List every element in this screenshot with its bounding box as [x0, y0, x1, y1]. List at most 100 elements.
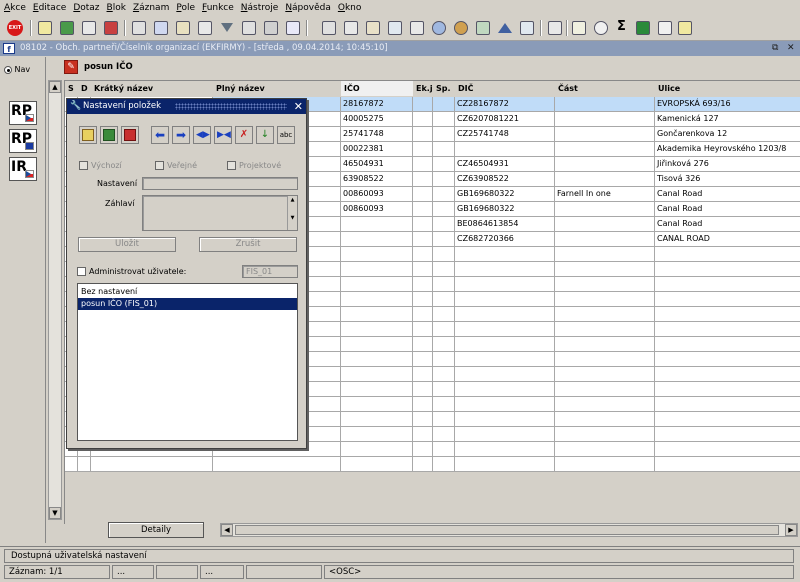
empty-grid-cell[interactable] [433, 247, 455, 262]
grid-cell[interactable]: Canal Road [655, 202, 800, 217]
empty-grid-cell[interactable] [555, 412, 655, 427]
empty-grid-cell[interactable] [433, 367, 455, 382]
grid-cell[interactable]: GB169680322 [455, 187, 555, 202]
empty-grid-cell[interactable] [413, 322, 433, 337]
grid-cell[interactable] [433, 157, 455, 172]
rp-eu-button[interactable]: RP [9, 129, 37, 153]
empty-grid-cell[interactable] [555, 277, 655, 292]
empty-grid-cell[interactable] [455, 397, 555, 412]
grid-cell[interactable] [433, 187, 455, 202]
empty-grid-cell[interactable] [555, 322, 655, 337]
column-header[interactable]: D [78, 81, 91, 96]
empty-grid-cell[interactable] [455, 322, 555, 337]
grid-cell[interactable] [455, 142, 555, 157]
empty-grid-cell[interactable] [555, 397, 655, 412]
menu-napoveda[interactable]: Nápověda [285, 3, 331, 13]
empty-grid-cell[interactable] [455, 247, 555, 262]
dlg-expand-button[interactable]: ◀▶ [193, 126, 211, 144]
window-close-button[interactable]: ✕ [787, 41, 795, 56]
grid-cell[interactable] [555, 217, 655, 232]
empty-grid-cell[interactable] [413, 457, 433, 472]
dlg-collapse-button[interactable]: ▶◀ [214, 126, 232, 144]
vychozi-check-box[interactable] [79, 161, 88, 170]
verejne-checkbox[interactable]: Veřejné [155, 161, 197, 170]
empty-grid-cell[interactable] [455, 262, 555, 277]
grid-cell[interactable] [433, 142, 455, 157]
menu-zaznam[interactable]: Záznam [133, 3, 169, 13]
empty-grid-cell[interactable] [433, 427, 455, 442]
empty-grid-cell[interactable] [655, 367, 800, 382]
grid-cell[interactable] [413, 157, 433, 172]
empty-grid-cell[interactable] [655, 337, 800, 352]
dialog-titlebar[interactable]: 🔧 Nastavení položek ✕ [67, 99, 306, 114]
grid-cell[interactable] [413, 97, 433, 112]
vychozi-checkbox[interactable]: Výchozí [79, 161, 122, 170]
restore-button[interactable]: ⧉ [772, 41, 778, 56]
list-button[interactable] [408, 19, 426, 37]
menu-funkce[interactable]: Funkce [202, 3, 234, 13]
grid-cell[interactable]: 40005275 [341, 112, 413, 127]
admin-user-field[interactable]: FIS_01 [242, 265, 298, 278]
query-button[interactable] [130, 19, 148, 37]
scroll-down-arrow-icon[interactable]: ▼ [49, 507, 61, 519]
grid-cell[interactable]: 25741748 [341, 127, 413, 142]
zahlavi-scrollbar[interactable]: ▲ ▼ [287, 196, 297, 230]
empty-grid-cell[interactable] [555, 367, 655, 382]
empty-grid-cell[interactable] [455, 277, 555, 292]
dlg-sort-button[interactable]: ↓ [256, 126, 274, 144]
execute-query-button[interactable] [152, 19, 170, 37]
empty-grid-cell[interactable] [555, 427, 655, 442]
empty-grid-cell[interactable] [555, 307, 655, 322]
grid-cell[interactable]: CZ63908522 [455, 172, 555, 187]
empty-grid-cell[interactable] [455, 367, 555, 382]
grid-cell[interactable] [555, 112, 655, 127]
scroll-up-arrow-icon[interactable]: ▲ [49, 81, 61, 93]
grid-cell[interactable] [433, 97, 455, 112]
empty-grid-cell[interactable] [433, 412, 455, 427]
grid-cell[interactable] [555, 157, 655, 172]
scroll-down-arrow-icon[interactable]: ▼ [288, 214, 297, 222]
sum-button[interactable]: Σ [614, 19, 632, 37]
scroll-up-arrow-icon[interactable]: ▲ [288, 196, 297, 204]
grid-cell[interactable]: CZ46504931 [455, 157, 555, 172]
menu-okno[interactable]: Okno [338, 3, 362, 13]
empty-grid-cell[interactable] [655, 457, 800, 472]
empty-grid-cell[interactable] [455, 292, 555, 307]
grid-cell[interactable]: Jiřinková 276 [655, 157, 800, 172]
empty-grid-cell[interactable] [555, 247, 655, 262]
admin-check-box[interactable] [77, 267, 86, 276]
grid-cell[interactable] [433, 112, 455, 127]
empty-grid-cell[interactable] [555, 262, 655, 277]
empty-grid-cell[interactable] [655, 292, 800, 307]
grid-cell[interactable] [555, 172, 655, 187]
excel-button[interactable] [634, 19, 652, 37]
empty-grid-cell[interactable] [341, 262, 413, 277]
empty-grid-cell[interactable] [555, 337, 655, 352]
grid-cell[interactable]: CZ6207081221 [455, 112, 555, 127]
dlg-new-button[interactable] [79, 126, 97, 144]
nav-toggle[interactable]: Nav [4, 65, 30, 74]
empty-grid-cell[interactable] [455, 307, 555, 322]
empty-grid-cell[interactable] [413, 262, 433, 277]
column-header[interactable]: IČO [341, 81, 413, 96]
empty-grid-cell[interactable] [91, 457, 213, 472]
settings-list[interactable]: Bez nastavení posun IČO (FIS_01) [77, 283, 298, 441]
grid-cell[interactable] [413, 172, 433, 187]
empty-grid-cell[interactable] [655, 247, 800, 262]
grid-cell[interactable] [413, 232, 433, 247]
empty-grid-cell[interactable] [555, 352, 655, 367]
grid-cell[interactable]: 00022381 [341, 142, 413, 157]
empty-grid-cell[interactable] [341, 337, 413, 352]
empty-grid-cell[interactable] [655, 412, 800, 427]
scroll-left-arrow-icon[interactable]: ◀ [221, 524, 233, 536]
empty-grid-cell[interactable] [455, 412, 555, 427]
grid-cell[interactable]: CZ25741748 [455, 127, 555, 142]
delete-record-button[interactable] [102, 19, 120, 37]
grid-cell[interactable]: Tisová 326 [655, 172, 800, 187]
grid-cell[interactable] [413, 187, 433, 202]
nastaveni-input[interactable] [142, 177, 298, 190]
empty-grid-cell[interactable] [655, 322, 800, 337]
copy-record-button[interactable] [80, 19, 98, 37]
empty-grid-cell[interactable] [341, 352, 413, 367]
grid-cell[interactable] [341, 232, 413, 247]
